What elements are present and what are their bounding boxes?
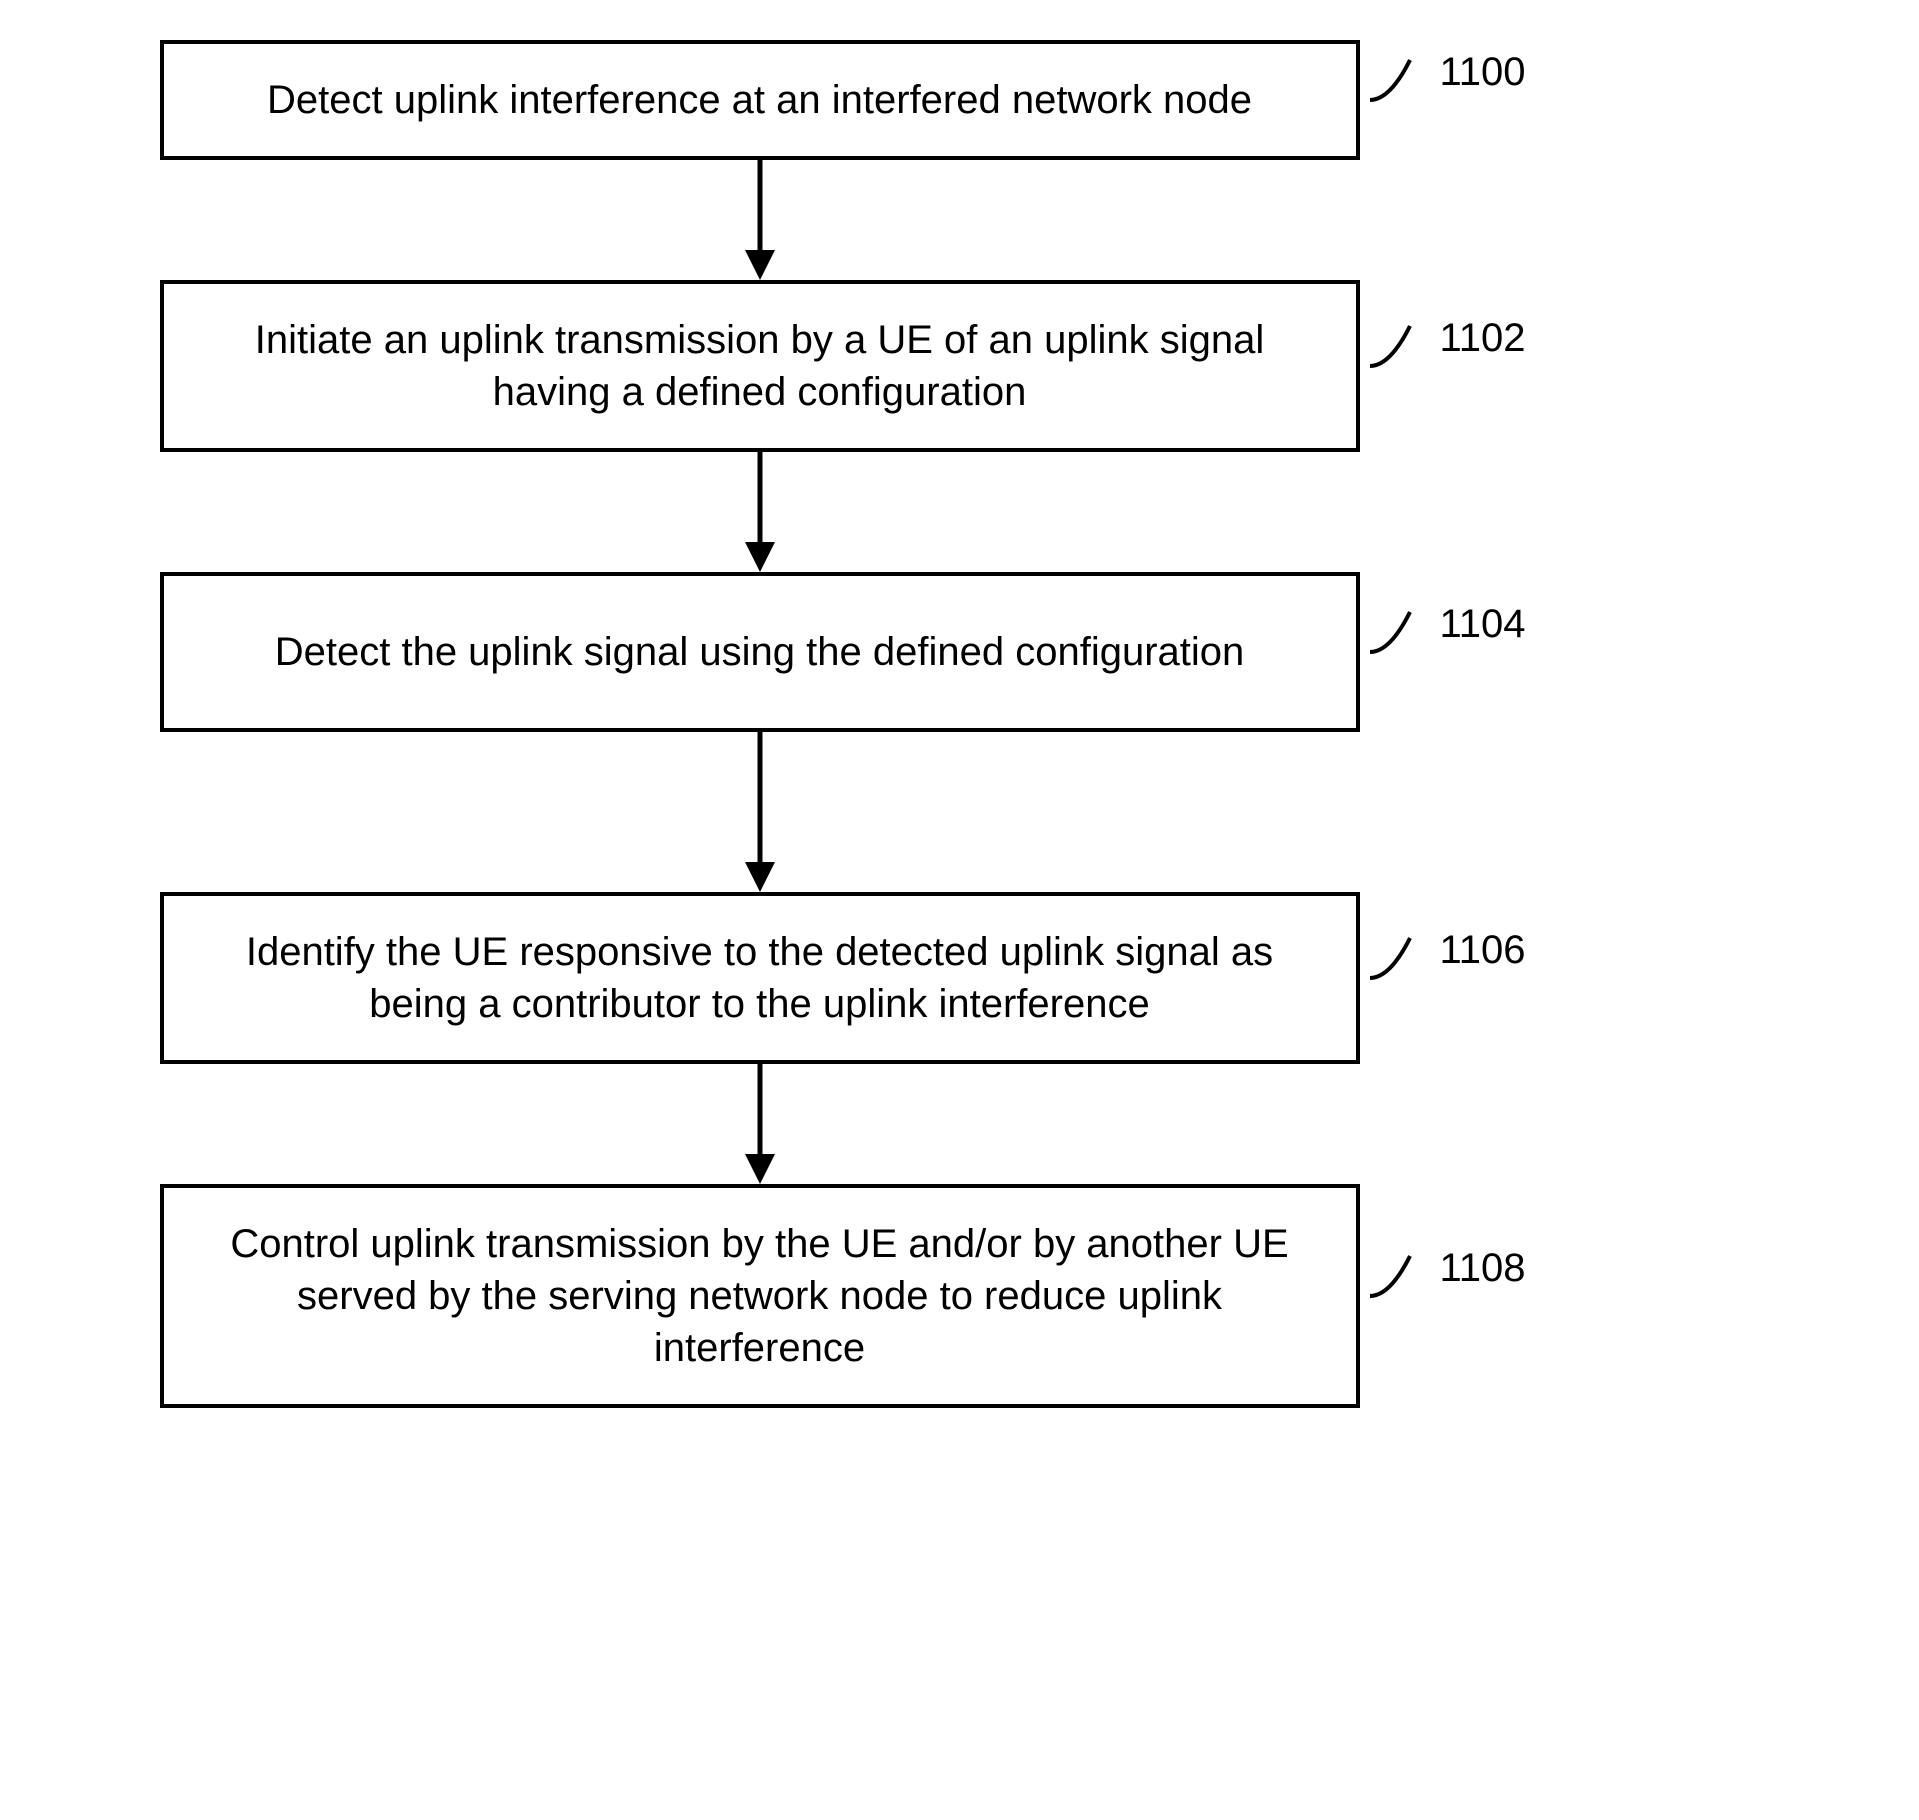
process-box: Initiate an uplink transmission by a UE … [160, 280, 1360, 452]
step-label: 1102 [1440, 316, 1526, 361]
step-label-group: 1106 [1370, 928, 1526, 988]
arrow-down-icon [740, 452, 780, 572]
process-text: Control uplink transmission by the UE an… [230, 1222, 1288, 1370]
flowchart-step: Initiate an uplink transmission by a UE … [160, 280, 1760, 452]
label-connector [1370, 316, 1430, 376]
arrow-container [160, 452, 1360, 572]
step-label: 1104 [1440, 602, 1526, 647]
arrow-down-icon [740, 160, 780, 280]
process-text: Identify the UE responsive to the detect… [246, 930, 1273, 1026]
arrow-container [160, 1064, 1360, 1184]
step-label-group: 1108 [1370, 1246, 1526, 1306]
process-text: Detect the uplink signal using the defin… [275, 630, 1245, 674]
process-box: Detect uplink interference at an interfe… [160, 40, 1360, 160]
step-label-group: 1104 [1370, 602, 1526, 662]
arrow-container [160, 732, 1360, 892]
arrow-container [160, 160, 1360, 280]
flowchart-step: Identify the UE responsive to the detect… [160, 892, 1760, 1064]
step-label: 1106 [1440, 928, 1526, 973]
process-box: Detect the uplink signal using the defin… [160, 572, 1360, 732]
arrow-down-icon [740, 1064, 780, 1184]
label-connector [1370, 928, 1430, 988]
step-label-group: 1100 [1370, 50, 1526, 110]
process-text: Detect uplink interference at an interfe… [267, 78, 1252, 122]
process-box: Identify the UE responsive to the detect… [160, 892, 1360, 1064]
flowchart-step: Control uplink transmission by the UE an… [160, 1184, 1760, 1408]
step-label-group: 1102 [1370, 316, 1526, 376]
label-connector [1370, 1246, 1430, 1306]
label-connector [1370, 50, 1430, 110]
process-box: Control uplink transmission by the UE an… [160, 1184, 1360, 1408]
flowchart-step: Detect the uplink signal using the defin… [160, 572, 1760, 732]
step-label: 1108 [1440, 1246, 1526, 1291]
step-label: 1100 [1440, 50, 1526, 95]
flowchart-step: Detect uplink interference at an interfe… [160, 40, 1760, 160]
label-connector [1370, 602, 1430, 662]
process-text: Initiate an uplink transmission by a UE … [255, 318, 1264, 414]
arrow-down-icon [740, 732, 780, 892]
flowchart-diagram: Detect uplink interference at an interfe… [160, 40, 1760, 1408]
